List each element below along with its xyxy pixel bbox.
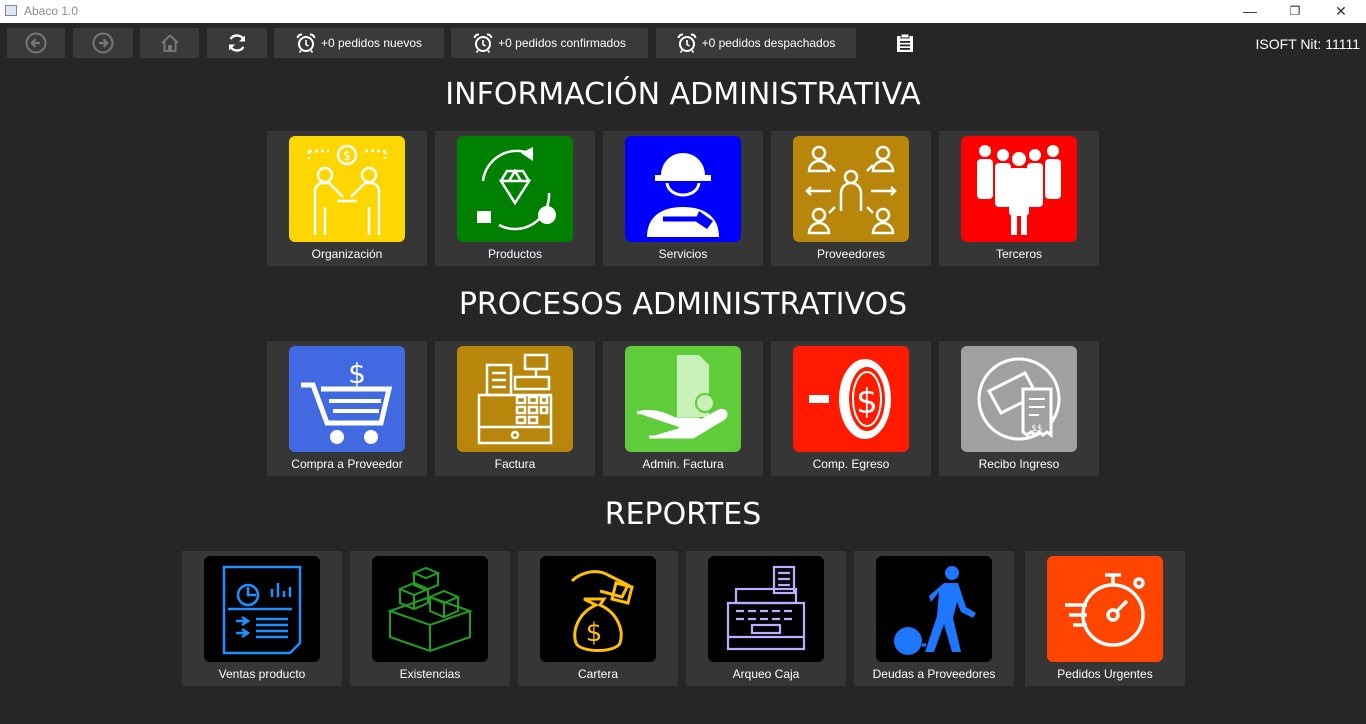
shopping-cart-icon: $ <box>289 346 405 452</box>
new-orders-label: +0 pedidos nuevos <box>320 36 423 50</box>
alarm-clock-icon <box>296 33 316 53</box>
clipboard-icon <box>897 33 913 52</box>
tile-label: Servicios <box>658 247 708 261</box>
tile-label: Productos <box>487 247 543 261</box>
stopwatch-icon <box>1047 556 1163 662</box>
dispatched-orders-label: +0 pedidos despachados <box>701 36 836 50</box>
worker-icon <box>625 136 741 242</box>
tile-existencias[interactable]: Existencias <box>350 551 510 686</box>
toolbar: +0 pedidos nuevos +0 pedidos confirmados… <box>0 23 1366 63</box>
tile-label: Admin. Factura <box>642 457 724 471</box>
back-button[interactable] <box>7 28 65 58</box>
svg-text:$: $ <box>348 357 366 390</box>
svg-text:$$: $$ <box>1031 424 1042 434</box>
company-nit: ISOFT Nit: 11111 <box>1255 36 1360 52</box>
tile-label: Pedidos Urgentes <box>1057 667 1153 681</box>
forward-button[interactable] <box>73 28 133 58</box>
crowd-icon <box>961 136 1077 242</box>
diamond-icon <box>457 136 573 242</box>
svg-text:$: $ <box>586 618 603 648</box>
home-button[interactable] <box>140 28 199 58</box>
tile-compra-proveedor[interactable]: $ Compra a Proveedor <box>267 341 427 476</box>
arrow-right-circle-icon <box>92 32 114 54</box>
tile-label: Recibo Ingreso <box>978 457 1060 471</box>
dispatched-orders-button[interactable]: +0 pedidos despachados <box>656 28 856 58</box>
ball-chain-icon <box>876 556 992 662</box>
refresh-icon <box>228 34 246 52</box>
restore-button[interactable]: ❐ <box>1272 0 1318 23</box>
tile-ventas-producto[interactable]: Ventas producto <box>182 551 342 686</box>
close-button[interactable]: ✕ <box>1318 0 1364 23</box>
tile-label: Terceros <box>995 247 1042 261</box>
alarm-clock-icon <box>677 33 697 53</box>
tile-label: Deudas a Proveedores <box>872 667 996 681</box>
tile-deudas-proveedores[interactable]: Deudas a Proveedores <box>854 551 1014 686</box>
confirmed-orders-button[interactable]: +0 pedidos confirmados <box>451 28 648 58</box>
boxes-icon <box>372 556 488 662</box>
tile-comp-egreso[interactable]: $ Comp. Egreso <box>771 341 931 476</box>
tile-terceros[interactable]: Terceros <box>939 131 1099 266</box>
alarm-clock-icon <box>473 33 493 53</box>
app-icon <box>5 5 17 16</box>
tile-recibo-ingreso[interactable]: $$ Recibo Ingreso <box>939 341 1099 476</box>
tile-cartera[interactable]: $ Cartera <box>518 551 678 686</box>
confirmed-orders-label: +0 pedidos confirmados <box>498 36 626 50</box>
tile-label: Compra a Proveedor <box>291 457 403 471</box>
tile-servicios[interactable]: Servicios <box>603 131 763 266</box>
refresh-button[interactable] <box>207 28 267 58</box>
minimize-button[interactable]: — <box>1227 0 1273 23</box>
cash-register-icon <box>457 346 573 452</box>
tile-label: Organización <box>311 247 383 261</box>
svg-text:$: $ <box>343 149 351 164</box>
reports-section-title: REPORTES <box>604 497 762 532</box>
tile-label: Ventas producto <box>218 667 306 681</box>
window-title: Abaco 1.0 <box>24 4 79 18</box>
arrow-left-circle-icon <box>25 32 47 54</box>
new-orders-button[interactable]: +0 pedidos nuevos <box>274 28 444 58</box>
tile-productos[interactable]: Productos <box>435 131 595 266</box>
network-people-icon <box>793 136 909 242</box>
info-section-title: INFORMACIÓN ADMINISTRATIVA <box>445 77 921 112</box>
tile-label: Cartera <box>577 667 618 681</box>
sales-report-icon <box>204 556 320 662</box>
minus-coin-icon: $ <box>793 346 909 452</box>
svg-text:$: $ <box>856 382 878 422</box>
handshake-icon: $ <box>289 136 405 242</box>
tile-factura[interactable]: Factura <box>435 341 595 476</box>
tile-label: Proveedores <box>816 247 886 261</box>
tile-pedidos-urgentes[interactable]: Pedidos Urgentes <box>1025 551 1185 686</box>
tile-label: Arqueo Caja <box>732 667 800 681</box>
money-bag-icon: $ <box>540 556 656 662</box>
register-icon <box>708 556 824 662</box>
receipt-icon: $$ <box>961 346 1077 452</box>
tile-arqueo-caja[interactable]: Arqueo Caja <box>686 551 846 686</box>
tile-proveedores[interactable]: Proveedores <box>771 131 931 266</box>
home-icon <box>160 34 179 52</box>
process-section-title: PROCESOS ADMINISTRATIVOS <box>458 287 908 322</box>
tile-label: Factura <box>494 457 536 471</box>
clipboard-button[interactable] <box>885 28 925 58</box>
tile-organizacion[interactable]: $ Organización <box>267 131 427 266</box>
hand-invoice-icon <box>625 346 741 452</box>
tile-label: Comp. Egreso <box>812 457 890 471</box>
tile-admin-factura[interactable]: Admin. Factura <box>603 341 763 476</box>
tile-label: Existencias <box>399 667 461 681</box>
window-titlebar: Abaco 1.0 — ❐ ✕ <box>0 0 1366 23</box>
